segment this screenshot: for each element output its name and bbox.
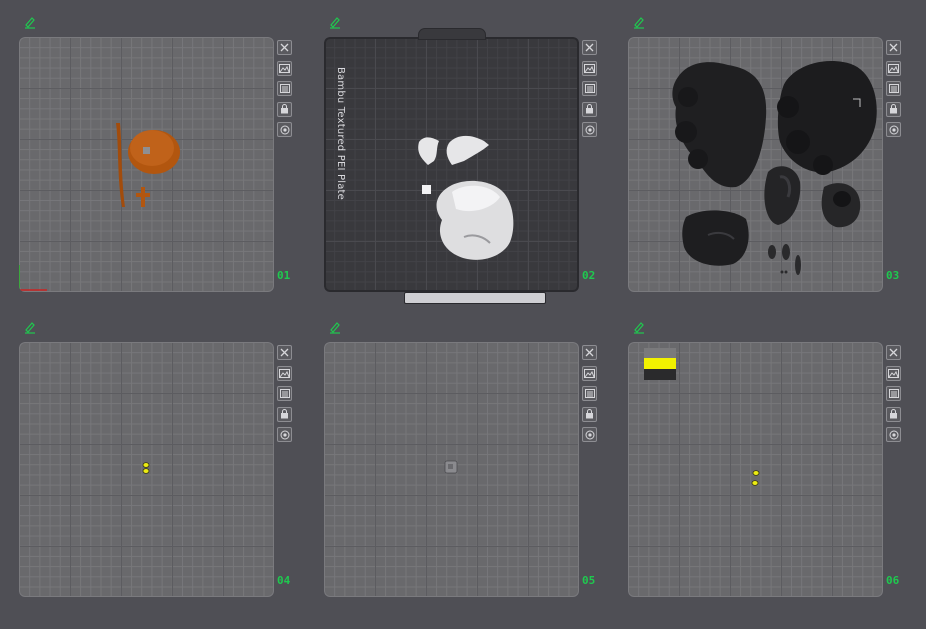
image-icon[interactable] — [582, 365, 597, 381]
edit-icon[interactable] — [328, 320, 342, 334]
plate-number: 02 — [582, 269, 596, 282]
object-small-1 — [768, 245, 776, 259]
close-icon[interactable] — [886, 345, 901, 360]
object-face — [682, 210, 749, 266]
plate-toolbar — [886, 40, 902, 143]
object-ear — [764, 166, 801, 225]
build-plate[interactable] — [628, 37, 883, 292]
close-icon[interactable] — [582, 40, 597, 55]
build-plate-textured[interactable]: Bambu Textured PEI Plate — [324, 29, 579, 304]
list-icon[interactable] — [886, 81, 901, 97]
edit-icon[interactable] — [23, 15, 37, 29]
plate-objects — [142, 462, 150, 474]
plate-objects — [444, 460, 458, 474]
plate-cell-05: 05 — [324, 320, 614, 620]
plate-cell-01: 01 — [19, 15, 309, 315]
image-icon[interactable] — [582, 60, 597, 76]
object-eye-1 — [752, 470, 760, 476]
edit-icon[interactable] — [328, 15, 342, 29]
object-hand-right — [446, 135, 489, 165]
plate-objects — [418, 135, 514, 260]
lock-icon[interactable] — [582, 101, 597, 117]
plate-footer-label — [404, 292, 546, 304]
object-slot — [143, 147, 150, 154]
close-icon[interactable] — [886, 40, 901, 55]
settings-icon[interactable] — [582, 122, 597, 138]
plate-number: 06 — [886, 574, 900, 587]
swatch-yellow — [644, 358, 676, 369]
build-plate[interactable] — [19, 37, 274, 292]
plate-number: 03 — [886, 269, 900, 282]
list-icon[interactable] — [277, 81, 292, 97]
plate-objects — [644, 348, 760, 486]
list-icon[interactable] — [582, 81, 597, 97]
settings-icon[interactable] — [277, 427, 292, 443]
object-cube — [422, 185, 431, 194]
plate-cell-04: 04 — [19, 320, 309, 620]
settings-icon[interactable] — [277, 122, 292, 138]
close-icon[interactable] — [582, 345, 597, 360]
edit-icon[interactable] — [632, 15, 646, 29]
plate-toolbar — [582, 345, 598, 448]
settings-icon[interactable] — [886, 427, 901, 443]
plate-toolbar — [582, 40, 598, 143]
lock-icon[interactable] — [582, 406, 597, 422]
edit-icon[interactable] — [23, 320, 37, 334]
plate-cell-06: 06 — [628, 320, 918, 620]
plate-toolbar — [277, 40, 293, 143]
object-eye-2 — [142, 468, 150, 474]
plate-number: 05 — [582, 574, 596, 587]
lock-icon[interactable] — [886, 101, 901, 117]
list-icon[interactable] — [277, 386, 292, 402]
object-eye-1 — [142, 462, 150, 468]
object-small-2 — [782, 244, 790, 260]
image-icon[interactable] — [886, 365, 901, 381]
plate-objects — [19, 123, 180, 291]
object-hand-left — [418, 137, 439, 165]
image-icon[interactable] — [886, 60, 901, 76]
plate-toolbar — [886, 345, 902, 448]
plate-cell-02: Bambu Textured PEI Plate 02 — [324, 15, 614, 315]
list-icon[interactable] — [582, 386, 597, 402]
swatch-gray — [644, 348, 676, 358]
plate-cell-03: 03 — [628, 15, 918, 315]
settings-icon[interactable] — [582, 427, 597, 443]
image-icon[interactable] — [277, 60, 292, 76]
build-plate[interactable] — [19, 342, 274, 597]
build-plate[interactable] — [324, 342, 579, 597]
swatch-black — [644, 369, 676, 380]
close-icon[interactable] — [277, 40, 292, 55]
object-stick — [116, 123, 125, 207]
image-icon[interactable] — [277, 365, 292, 381]
settings-icon[interactable] — [886, 122, 901, 138]
lock-icon[interactable] — [886, 406, 901, 422]
object-small-3 — [795, 255, 801, 275]
plate-number: 01 — [277, 269, 291, 282]
close-icon[interactable] — [277, 345, 292, 360]
edit-icon[interactable] — [632, 320, 646, 334]
object-eye-2 — [751, 480, 759, 486]
lock-icon[interactable] — [277, 101, 292, 117]
plate-objects — [672, 61, 877, 275]
plate-toolbar — [277, 345, 293, 448]
lock-icon[interactable] — [277, 406, 292, 422]
build-plate[interactable] — [628, 342, 883, 597]
plate-number: 04 — [277, 574, 291, 587]
list-icon[interactable] — [886, 386, 901, 402]
